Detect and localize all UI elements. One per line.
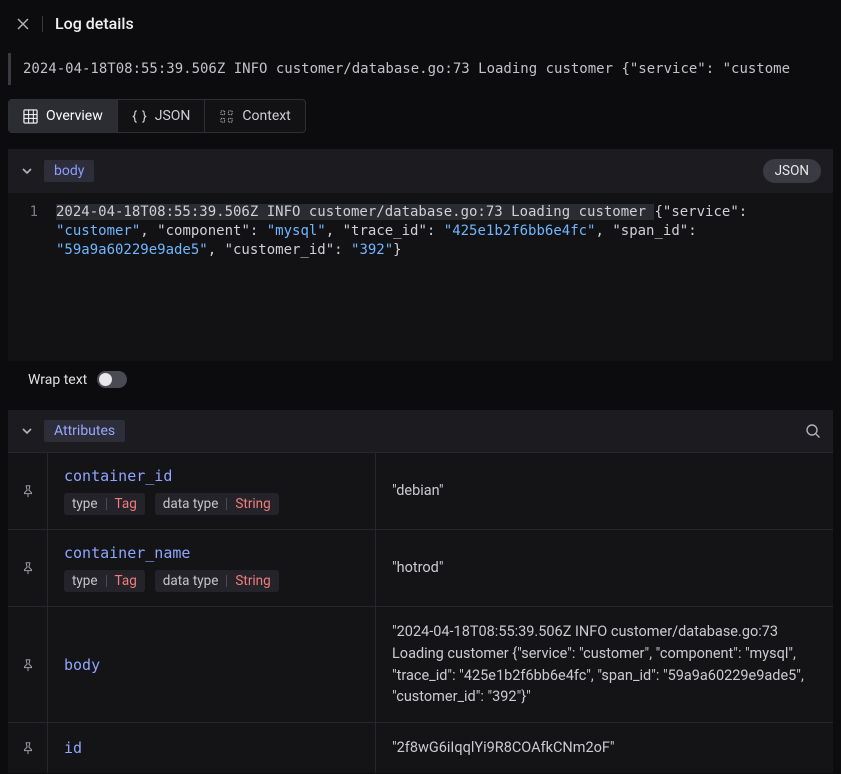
attribute-key: id	[64, 739, 359, 757]
tag-value: Tag	[115, 496, 137, 512]
tab-label: Context	[242, 108, 290, 124]
attribute-key-cell: container_idtype Tag data type String	[48, 453, 376, 529]
body-chip: body	[44, 160, 94, 182]
code-block: 1 2024-04-18T08:55:39.506Z INFO customer…	[8, 193, 833, 361]
divider	[42, 16, 43, 32]
code-content: 2024-04-18T08:55:39.506Z INFO customer/d…	[56, 203, 819, 260]
panel-header: Log details	[0, 0, 841, 47]
body-panel-header: body JSON	[8, 149, 833, 193]
wrap-text-label: Wrap text	[28, 372, 87, 388]
attributes-chip: Attributes	[44, 420, 125, 442]
attribute-tags: type Tag data type String	[64, 493, 359, 515]
pin-icon[interactable]	[8, 723, 48, 773]
chevron-down-icon[interactable]	[20, 164, 34, 178]
context-icon	[219, 109, 234, 124]
attributes-table: container_idtype Tag data type String "debia…	[8, 452, 833, 773]
table-row: id "2f8wG6iIqqlYi9R8COAfkCNm2oF"	[8, 722, 833, 773]
table-row: body "2024-04-18T08:55:39.506Z INFO custo…	[8, 606, 833, 722]
tag-label: type	[72, 496, 98, 512]
wrap-text-row: Wrap text	[8, 361, 833, 402]
type-tag: type Tag	[64, 493, 145, 515]
grid-icon	[23, 109, 38, 124]
tag-value: String	[235, 496, 270, 512]
view-tabs: Overview JSON Context	[0, 99, 841, 149]
datatype-tag: data type String	[155, 570, 279, 592]
tab-json[interactable]: JSON	[118, 99, 206, 133]
attribute-value: "debian"	[376, 453, 833, 529]
close-icon[interactable]	[16, 17, 30, 31]
braces-icon	[132, 109, 147, 124]
attributes-panel-header: Attributes	[8, 410, 833, 452]
tag-label: data type	[163, 496, 219, 512]
attribute-key: container_id	[64, 467, 359, 485]
attribute-value: "hotrod"	[376, 530, 833, 606]
attribute-key-cell: id	[48, 723, 376, 773]
chevron-down-icon[interactable]	[20, 424, 34, 438]
line-number: 1	[22, 203, 38, 260]
tag-label: type	[72, 573, 98, 589]
attribute-key-cell: body	[48, 607, 376, 722]
attributes-panel: Attributes container_idtype Tag data type S…	[8, 410, 833, 773]
type-tag: type Tag	[64, 570, 145, 592]
table-row: container_idtype Tag data type String "debia…	[8, 452, 833, 529]
page-title: Log details	[55, 14, 134, 33]
tag-label: data type	[163, 573, 219, 589]
attribute-value: "2f8wG6iIqqlYi9R8COAfkCNm2oF"	[376, 723, 833, 773]
tab-overview[interactable]: Overview	[8, 99, 118, 133]
attribute-key: body	[64, 656, 359, 674]
tab-label: Overview	[46, 108, 103, 124]
log-summary-line: 2024-04-18T08:55:39.506Z INFO customer/d…	[8, 53, 825, 85]
attribute-value: "2024-04-18T08:55:39.506Z INFO customer/…	[376, 607, 833, 722]
pin-icon[interactable]	[8, 453, 48, 529]
tab-context[interactable]: Context	[205, 99, 305, 133]
attribute-tags: type Tag data type String	[64, 570, 359, 592]
search-icon[interactable]	[805, 423, 821, 439]
datatype-tag: data type String	[155, 493, 279, 515]
tab-label: JSON	[155, 108, 191, 124]
tag-value: String	[235, 573, 270, 589]
pin-icon[interactable]	[8, 530, 48, 606]
body-panel: body JSON 1 2024-04-18T08:55:39.506Z INF…	[8, 149, 833, 402]
json-toggle-button[interactable]: JSON	[763, 159, 821, 183]
pin-icon[interactable]	[8, 607, 48, 722]
attribute-key-cell: container_nametype Tag data type String	[48, 530, 376, 606]
table-row: container_nametype Tag data type String "hot…	[8, 529, 833, 606]
wrap-text-toggle[interactable]	[97, 371, 127, 388]
tag-value: Tag	[115, 573, 137, 589]
attribute-key: container_name	[64, 544, 359, 562]
